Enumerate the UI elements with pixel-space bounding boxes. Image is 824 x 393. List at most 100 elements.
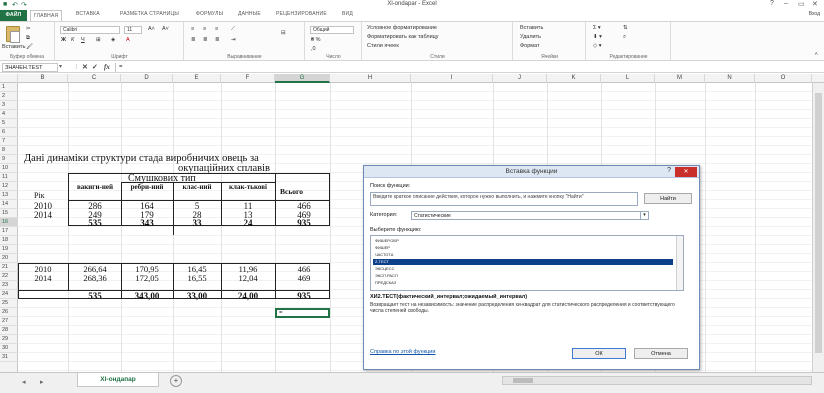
row-header[interactable]: 20 [0, 254, 18, 263]
prev-sheet-icon[interactable]: ◂ [22, 378, 26, 386]
function-list-item[interactable]: ПРЕДСКАЗ [373, 280, 673, 286]
name-box[interactable]: ЗНАЧЕН.TEST [2, 63, 58, 72]
currency-icon[interactable]: ₴ % [311, 37, 320, 43]
column-header[interactable]: J [493, 74, 547, 83]
row-header[interactable]: 9 [0, 155, 18, 164]
format-cells-button[interactable]: Формат [520, 43, 540, 49]
grow-font-icon[interactable]: A˄ [148, 26, 155, 32]
add-sheet-button[interactable]: + [170, 375, 182, 387]
minimize-button[interactable]: – [784, 0, 788, 7]
align-top-icon[interactable]: ≡ [191, 26, 194, 32]
select-all-corner[interactable] [0, 74, 18, 83]
row-header[interactable]: 26 [0, 308, 18, 317]
row-header[interactable]: 7 [0, 137, 18, 146]
shrink-font-icon[interactable]: A˅ [162, 26, 169, 32]
tab-review[interactable]: РЕЦЕНЗИРОВАНИЕ [276, 11, 327, 17]
clear-icon[interactable]: ◇ ▾ [593, 43, 602, 49]
column-header[interactable]: E [173, 74, 221, 83]
tab-home[interactable]: ГЛАВНАЯ [30, 10, 63, 21]
tab-insert[interactable]: ВСТАВКА [76, 11, 100, 17]
font-name-select[interactable]: Calibri [60, 26, 120, 34]
sheet-tab[interactable]: Xl-ондапар [77, 373, 159, 387]
fill-color-icon[interactable]: ◈ [111, 37, 115, 43]
column-header[interactable]: B [18, 74, 68, 83]
next-sheet-icon[interactable]: ▸ [40, 378, 44, 386]
dialog-titlebar[interactable]: Вставка функции ? ✕ [364, 166, 699, 178]
horizontal-scroll-thumb[interactable] [513, 378, 533, 383]
row-header[interactable]: 17 [0, 227, 18, 236]
tab-file[interactable]: ФАЙЛ [0, 10, 27, 21]
decimal-icon[interactable]: ,0 [311, 46, 316, 52]
close-button[interactable]: ✕ [812, 0, 818, 8]
column-header[interactable]: C [68, 74, 121, 83]
align-bottom-icon[interactable]: ≡ [215, 26, 218, 32]
find-button[interactable]: Найти [644, 193, 692, 204]
cut-icon[interactable]: ✂ [26, 26, 31, 32]
function-list-item[interactable]: Z.ТЕСТ [373, 259, 673, 265]
row-header[interactable]: 27 [0, 317, 18, 326]
format-painter-icon[interactable]: 🖌 [26, 44, 33, 50]
row-header[interactable]: 21 [0, 263, 18, 272]
dialog-close-button[interactable]: ✕ [675, 167, 697, 177]
column-header[interactable]: M [655, 74, 705, 83]
column-header[interactable]: O [755, 74, 812, 83]
cancel-button[interactable]: Отмена [634, 348, 688, 359]
row-header[interactable]: 10 [0, 164, 18, 173]
row-header[interactable]: 6 [0, 128, 18, 137]
conditional-format-button[interactable]: Условное форматирование [367, 25, 437, 31]
row-header[interactable]: 31 [0, 353, 18, 362]
tab-page-layout[interactable]: РАЗМЕТКА СТРАНИЦЫ [120, 11, 179, 17]
borders-icon[interactable]: ⊞ [96, 37, 101, 43]
formula-input[interactable]: = [115, 63, 820, 72]
name-box-dropdown-icon[interactable]: ▾ [59, 63, 62, 70]
row-header[interactable]: 16 [0, 218, 18, 227]
row-header[interactable]: 5 [0, 119, 18, 128]
copy-icon[interactable]: ⧉ [26, 35, 30, 42]
column-header[interactable]: F [221, 74, 275, 83]
fill-icon[interactable]: ⬇ ▾ [593, 34, 602, 40]
function-help-link[interactable]: Справка по этой функции [370, 349, 435, 355]
font-size-select[interactable]: 11 [124, 26, 142, 34]
function-list-item[interactable]: ФИШЕР [373, 245, 673, 251]
category-select[interactable]: Статистические ▾ [411, 211, 649, 220]
ok-button[interactable]: ОК [572, 348, 626, 359]
cancel-formula-button[interactable]: ✕ [82, 63, 88, 71]
chevron-down-icon[interactable]: ▾ [640, 212, 648, 219]
row-header[interactable]: 25 [0, 299, 18, 308]
column-header[interactable]: D [121, 74, 173, 83]
function-list-item[interactable]: ЧАСТОТА [373, 252, 673, 258]
row-header[interactable]: 30 [0, 344, 18, 353]
delete-cells-button[interactable]: Удалить [520, 34, 541, 40]
enter-formula-button[interactable]: ✓ [92, 63, 98, 71]
function-list-item[interactable]: ЭКСП.РАСП [373, 273, 673, 279]
row-header[interactable]: 8 [0, 146, 18, 155]
function-list-scrollbar[interactable] [676, 236, 683, 290]
vertical-scrollbar[interactable] [812, 83, 824, 372]
align-center-icon[interactable]: ≣ [203, 37, 208, 43]
row-header[interactable]: 4 [0, 110, 18, 119]
find-select-icon[interactable]: ⌕ [623, 34, 626, 41]
row-header[interactable]: 24 [0, 290, 18, 299]
sign-in-link[interactable]: Вход [809, 11, 820, 17]
number-format-select[interactable]: Общий [310, 26, 354, 34]
help-icon[interactable]: ? [770, 0, 774, 7]
row-header[interactable]: 11 [0, 173, 18, 182]
align-right-icon[interactable]: ≣ [215, 37, 220, 43]
row-header[interactable]: 14 [0, 200, 18, 209]
vertical-scroll-thumb[interactable] [815, 93, 822, 353]
horizontal-scrollbar[interactable] [502, 376, 812, 385]
row-header[interactable]: 23 [0, 281, 18, 290]
align-middle-icon[interactable]: ≡ [203, 26, 206, 32]
restore-button[interactable]: ▭ [798, 0, 805, 8]
dialog-help-button[interactable]: ? [667, 167, 671, 174]
row-header[interactable]: 18 [0, 236, 18, 245]
merge-icon[interactable]: ⊟ [281, 30, 286, 36]
row-header[interactable]: 2 [0, 92, 18, 101]
align-left-icon[interactable]: ≣ [191, 37, 196, 43]
insert-cells-button[interactable]: Вставить [520, 25, 543, 31]
row-header[interactable]: 15 [0, 209, 18, 218]
column-header[interactable]: N [705, 74, 755, 83]
column-header[interactable]: H [330, 74, 411, 83]
row-header[interactable]: 13 [0, 191, 18, 200]
font-color-icon[interactable]: A [126, 37, 130, 43]
